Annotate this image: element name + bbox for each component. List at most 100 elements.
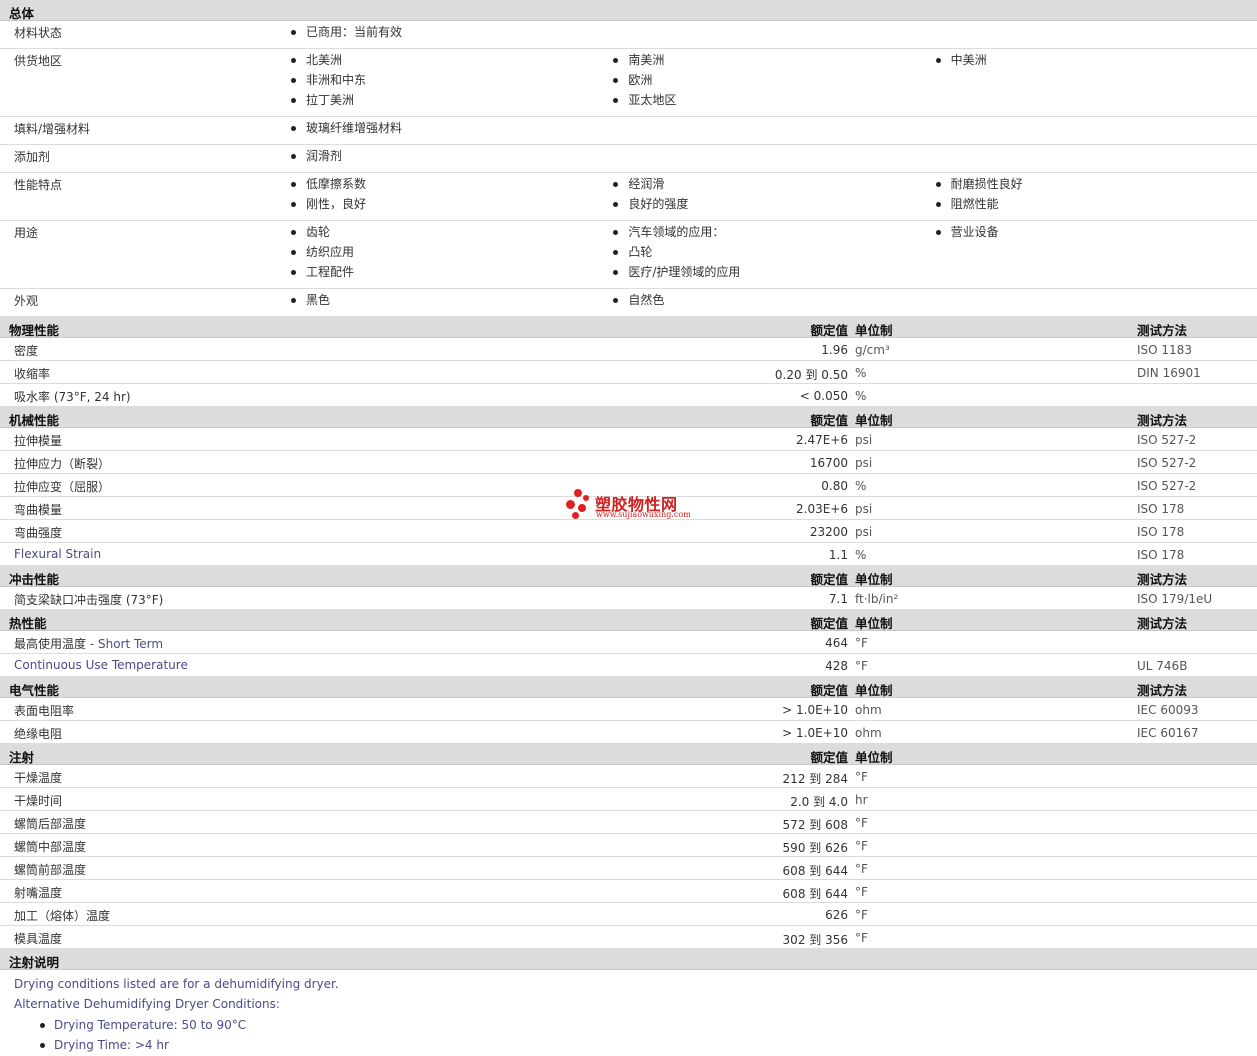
- property-name: 表面电阻率: [14, 704, 75, 718]
- test-method: IEC 60167: [1137, 726, 1199, 740]
- bullet-item: 拉丁美洲: [290, 92, 612, 112]
- property-row: 最高使用温度 - Short Term 464 °F: [0, 631, 1257, 654]
- header-unit: 单位制: [855, 750, 893, 765]
- value-column: 营业设备: [935, 224, 1257, 284]
- property-label: 最高使用温度 - Short Term: [14, 635, 163, 652]
- property-row: 简支梁缺口冲击强度 (73°F) 7.1 ft·lb/in² ISO 179/1eU: [0, 587, 1257, 610]
- property-label: 加工（熔体）温度: [14, 907, 110, 924]
- header-method: 测试方法: [1137, 572, 1188, 587]
- header-nominal: 额定值: [810, 572, 848, 587]
- row-values: 已商用：当前有效: [290, 24, 1257, 44]
- bullet-item: 营业设备: [935, 224, 1257, 244]
- row-values: 低摩擦系数 刚性，良好 经润滑 良好的强度 耐磨损性良好 阻燃性能: [290, 176, 1257, 216]
- property-label: 螺筒中部温度: [14, 838, 86, 855]
- property-row: 干燥时间 2.0 到 4.0 hr: [0, 788, 1257, 811]
- bullet-item: 阻燃性能: [935, 196, 1257, 216]
- section-header: 电气性能 额定值 单位制 测试方法: [0, 677, 1257, 698]
- value-column: 自然色: [612, 292, 934, 312]
- property-unit: psi: [855, 502, 873, 516]
- property-name: 简支梁缺口冲击强度 (73°F): [14, 593, 164, 607]
- property-value: 608 到 644: [782, 864, 848, 878]
- bullet-item: 良好的强度: [612, 196, 934, 216]
- header-unit: 单位制: [855, 616, 893, 631]
- property-row: 拉伸模量 2.47E+6 psi ISO 527-2: [0, 428, 1257, 451]
- property-value: 590 到 626: [782, 841, 848, 855]
- property-unit: °F: [855, 908, 868, 922]
- property-row: 干燥温度 212 到 284 °F: [0, 765, 1257, 788]
- general-row: 材料状态 已商用：当前有效: [0, 21, 1257, 49]
- bullet-item: 工程配件: [290, 264, 612, 284]
- general-row: 供货地区 北美洲 非洲和中东 拉丁美洲 南美洲 欧洲 亚太地区 中美洲: [0, 49, 1257, 117]
- property-value: 1.1: [828, 548, 848, 562]
- property-label: 吸水率 (73°F, 24 hr): [14, 388, 131, 405]
- general-row: 外观 黑色 自然色: [0, 289, 1257, 317]
- bullet-item: 黑色: [290, 292, 612, 312]
- header-unit: 单位制: [855, 413, 893, 428]
- property-row: 弯曲强度 23200 psi ISO 178: [0, 520, 1257, 543]
- property-label: Continuous Use Temperature: [14, 658, 188, 672]
- test-method: IEC 60093: [1137, 703, 1199, 717]
- property-row: 射嘴温度 608 到 644 °F: [0, 880, 1257, 903]
- value-column: [612, 148, 934, 168]
- property-name: 收缩率: [14, 367, 51, 381]
- test-method: ISO 178: [1137, 502, 1185, 516]
- property-name: 拉伸应变（屈服）: [14, 480, 111, 494]
- property-name: 密度: [14, 344, 39, 358]
- property-value: 23200: [809, 525, 848, 539]
- property-value: 0.80: [821, 479, 848, 493]
- note-line: Drying conditions listed are for a dehum…: [14, 977, 339, 991]
- property-name: 加工（熔体）温度: [14, 909, 111, 923]
- general-row: 用途 齿轮 纺织应用 工程配件 汽车领域的应用： 凸轮 医疗/护理领域的应用 营业设备: [0, 221, 1257, 289]
- property-label: 拉伸应力（断裂）: [14, 455, 110, 472]
- bullet-item: 非洲和中东: [290, 72, 612, 92]
- property-label: 拉伸应变（屈服）: [14, 478, 110, 495]
- value-column: [612, 24, 934, 44]
- property-unit: %: [855, 366, 867, 380]
- property-value: 212 到 284: [782, 772, 848, 786]
- test-method: ISO 527-2: [1137, 433, 1197, 447]
- row-label: 添加剂: [14, 150, 51, 164]
- property-unit: psi: [855, 525, 873, 539]
- property-name: 干燥时间: [14, 794, 63, 808]
- value-column: 汽车领域的应用： 凸轮 医疗/护理领域的应用: [612, 224, 934, 284]
- bullet-item: 汽车领域的应用：: [612, 224, 934, 244]
- test-method: ISO 178: [1137, 548, 1185, 562]
- property-unit: °F: [855, 659, 868, 673]
- property-unit: ohm: [855, 726, 882, 740]
- watermark-url: www.sujiaowuxing.com: [596, 510, 691, 519]
- property-name: 模具温度: [14, 932, 63, 946]
- section-title: 总体: [9, 6, 35, 21]
- header-unit: 单位制: [855, 572, 893, 587]
- row-label: 供货地区: [14, 54, 63, 68]
- bullet-item: 已商用：当前有效: [290, 24, 612, 44]
- value-column: 已商用：当前有效: [290, 24, 612, 44]
- property-value: > 1.0E+10: [782, 726, 848, 740]
- property-unit: psi: [855, 456, 873, 470]
- property-unit: °F: [855, 862, 868, 876]
- datasheet: 总体材料状态 已商用：当前有效供货地区 北美洲 非洲和中东 拉丁美洲 南美洲 欧洲 亚太地区中…: [0, 0, 1257, 1056]
- property-label: 干燥时间: [14, 792, 62, 809]
- value-column: [935, 292, 1257, 312]
- property-name: 螺筒前部温度: [14, 863, 87, 877]
- property-value: 626: [825, 908, 848, 922]
- property-row: 模具温度 302 到 356 °F: [0, 926, 1257, 949]
- section-header: 注射 额定值 单位制: [0, 744, 1257, 765]
- bullet-item: 凸轮: [612, 244, 934, 264]
- section-title: 热性能: [9, 616, 47, 631]
- property-value: 0.20 到 0.50: [774, 368, 848, 382]
- header-nominal: 额定值: [810, 683, 848, 698]
- property-row: Continuous Use Temperature 428 °F UL 746B: [0, 654, 1257, 677]
- bullet-item: 纺织应用: [290, 244, 612, 264]
- property-unit: psi: [855, 433, 873, 447]
- property-label: 弯曲模量: [14, 501, 62, 518]
- header-unit: 单位制: [855, 683, 893, 698]
- property-unit: ft·lb/in²: [855, 592, 899, 606]
- row-label: 材料状态: [14, 26, 63, 40]
- value-column: 润滑剂: [290, 148, 612, 168]
- property-row: 螺筒前部温度 608 到 644 °F: [0, 857, 1257, 880]
- property-label: Flexural Strain: [14, 547, 101, 561]
- bullet-item: 经润滑: [612, 176, 934, 196]
- property-name: 吸水率 (73°F, 24 hr): [14, 390, 131, 404]
- note-bullet: Drying Temperature: 50 to 90°C: [40, 1016, 1257, 1036]
- property-name: 绝缘电阻: [14, 727, 63, 741]
